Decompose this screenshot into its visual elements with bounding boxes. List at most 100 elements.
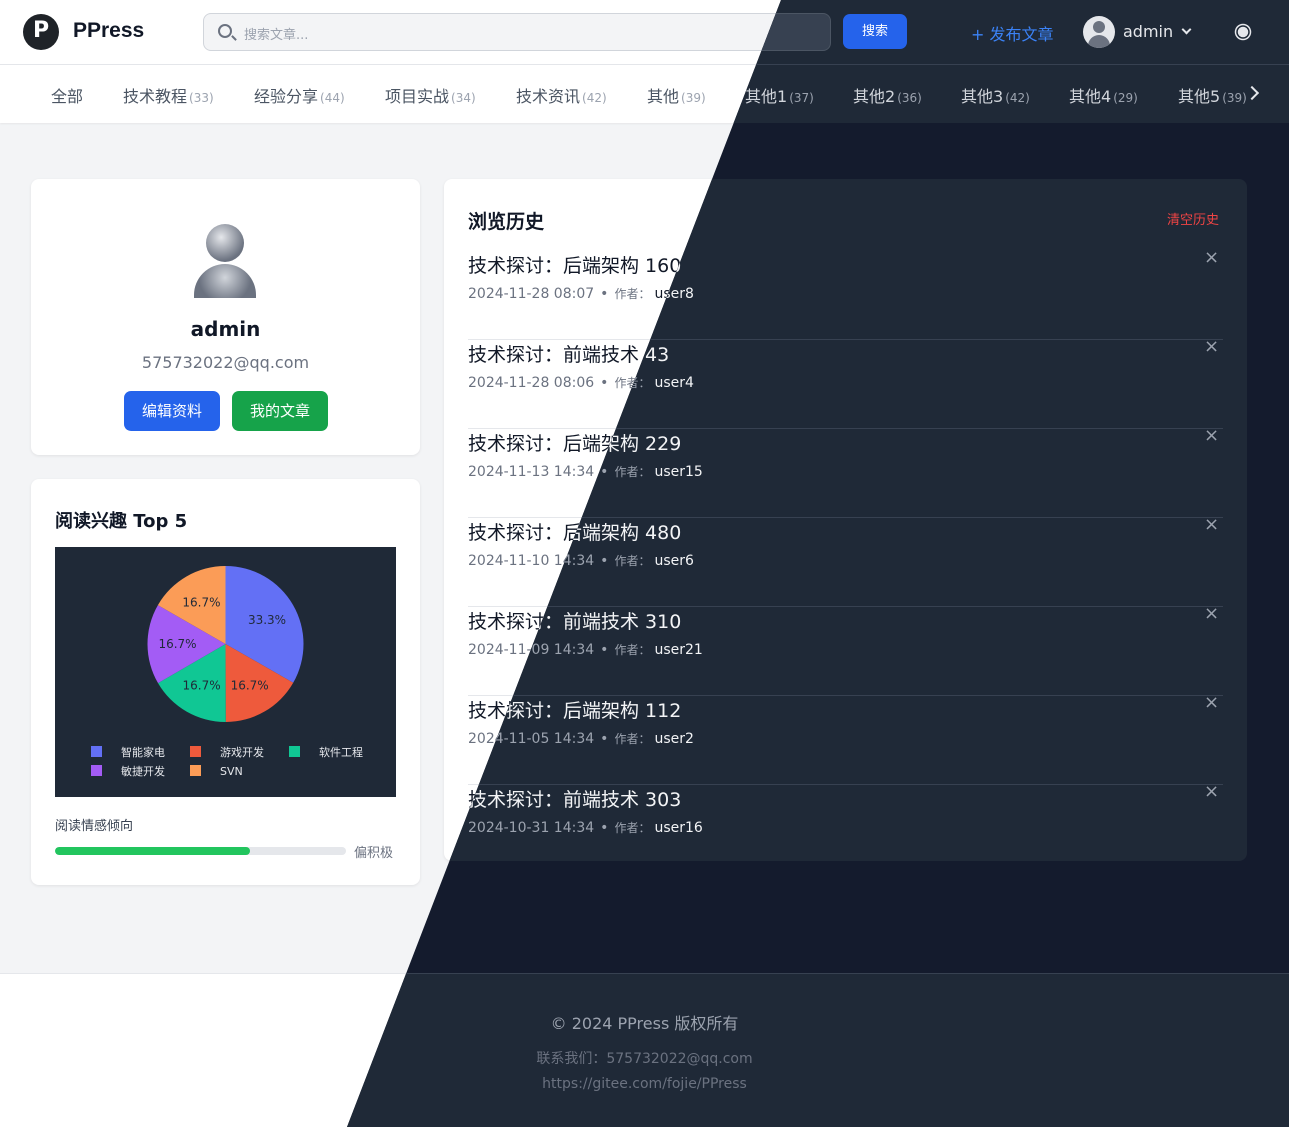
category-tab[interactable]: 经验分享(44) [254, 83, 345, 107]
author-label: 作者： [614, 732, 651, 746]
history-item-time: 2024-11-13 14:34 [468, 464, 595, 480]
history-item[interactable]: 技术探讨：前端技术 303 2024-10-31 14:34 • 作者：user16 × [468, 781, 1223, 874]
category-tab[interactable]: 其他3(42) [961, 83, 1030, 107]
history-item-author[interactable]: user15 [654, 464, 702, 480]
category-tab[interactable]: 全部 [51, 83, 85, 107]
history-title: 浏览历史 [468, 211, 545, 233]
author-label: 作者： [614, 287, 651, 301]
profile-name: admin [190, 317, 261, 341]
category-tab[interactable]: 其他5(39) [1178, 83, 1247, 107]
edit-profile-button[interactable]: 编辑资料 [124, 391, 220, 431]
history-item-title[interactable]: 技术探讨：前端技术 303 [468, 785, 681, 812]
search-input[interactable]: 搜索文章... [203, 13, 831, 51]
category-label: 其他5 [1178, 87, 1221, 106]
author-label: 作者： [614, 554, 651, 568]
legend-swatch[interactable] [91, 765, 102, 776]
category-tab[interactable]: 技术教程(33) [123, 83, 214, 107]
chevron-down-icon[interactable] [1181, 24, 1192, 35]
history-item-meta: 2024-11-05 14:34•作者：user2 [468, 730, 694, 747]
category-label: 其他3 [961, 87, 1004, 106]
pie-slice-label: 16.7% [231, 678, 269, 692]
history-item-author[interactable]: user21 [654, 642, 702, 658]
history-item-title[interactable]: 技术探讨：前端技术 43 [468, 340, 669, 367]
remove-history-icon[interactable]: × [1204, 247, 1219, 268]
category-label: 其他2 [853, 87, 896, 106]
author-label: 作者： [614, 465, 651, 479]
category-label: 项目实战 [385, 87, 450, 106]
separator-dot: • [600, 464, 609, 480]
category-label: 技术资讯 [516, 87, 581, 106]
category-tab[interactable]: 其他(39) [647, 83, 706, 107]
history-item[interactable]: 技术探讨：后端架构 4802024-11-10 14:34•作者：user6× [468, 514, 1223, 607]
legend-swatch[interactable] [91, 746, 102, 757]
category-count: (37) [789, 91, 814, 105]
legend-swatch[interactable] [289, 746, 300, 757]
remove-history-icon[interactable]: × [1204, 781, 1219, 802]
category-tab[interactable]: 技术资讯(42) [516, 83, 607, 107]
user-avatar[interactable] [1083, 16, 1115, 48]
history-item-title[interactable]: 技术探讨：后端架构 160 [468, 251, 681, 278]
legend-label[interactable]: 游戏开发 [220, 745, 264, 759]
history-item[interactable]: 技术探讨：后端架构 1122024-11-05 14:34•作者：user2× [468, 692, 1223, 785]
search-icon [218, 24, 232, 38]
legend-label[interactable]: 敏捷开发 [121, 764, 165, 778]
pie-slice-label: 16.7% [182, 595, 220, 609]
history-item-author[interactable]: user2 [654, 731, 693, 747]
interest-pie-chart: 33.3% 16.7% 16.7% 16.7% 16.7% 智能家电 游戏开发 软件工程敏捷开… [55, 547, 396, 797]
category-tab[interactable]: 其他2(36) [853, 83, 922, 107]
pie-slice-label: 16.7% [158, 637, 196, 651]
separator-dot: • [600, 286, 609, 302]
category-label: 技术教程 [123, 87, 188, 106]
search-button[interactable]: 搜索 [843, 14, 907, 49]
remove-history-icon[interactable]: × [1204, 336, 1219, 357]
history-item[interactable]: 技术探讨：前端技术 3102024-11-09 14:34•作者：user21× [468, 603, 1223, 696]
reading-interest-card: 阅读兴趣 Top 5 33.3% 16.7% 16.7% 16.7% 16.7% 智能家电… [31, 479, 420, 885]
clear-history-button[interactable]: 清空历史 [1167, 209, 1219, 228]
history-item-author[interactable]: user6 [654, 553, 693, 569]
author-label: 作者： [614, 643, 651, 657]
pie-slice-label: 16.7% [183, 679, 221, 693]
profile-avatar [191, 224, 261, 298]
interest-title: 阅读兴趣 Top 5 [55, 511, 188, 532]
logo-icon[interactable] [23, 14, 59, 50]
author-label: 作者： [614, 821, 651, 835]
chevron-right-icon[interactable] [1244, 85, 1260, 101]
category-tab[interactable]: 其他4(29) [1069, 83, 1138, 107]
category-count: (29) [1113, 91, 1138, 105]
theme-toggle-sun-icon[interactable] [1237, 26, 1249, 38]
history-item-meta: 2024-11-28 08:07•作者：user8 [468, 285, 694, 302]
category-label: 其他1 [745, 87, 788, 106]
separator-dot: • [600, 731, 609, 747]
publish-article-link[interactable]: + 发布文章 [971, 21, 1054, 45]
legend-swatch[interactable] [190, 765, 201, 776]
sentiment-label: 阅读情感倾向 [55, 819, 134, 834]
category-label: 其他 [647, 87, 680, 106]
pie-svg: 33.3% 16.7% 16.7% 16.7% 16.7% 智能家电 游戏开发 软件工程敏捷开… [91, 566, 363, 778]
category-count: (44) [320, 91, 345, 105]
sentiment-bar-fill [55, 847, 250, 855]
category-label: 其他4 [1069, 87, 1112, 106]
profile-card: admin 575732022@qq.com 编辑资料 我的文章 [31, 179, 420, 455]
legend-swatch[interactable] [190, 746, 201, 757]
category-tab[interactable]: 其他1(37) [745, 83, 814, 107]
profile-email: 575732022@qq.com [141, 353, 310, 372]
separator-dot: • [600, 642, 609, 658]
remove-history-icon[interactable]: × [1204, 425, 1219, 446]
logo-text[interactable]: PPress [73, 19, 144, 43]
category-count: (42) [582, 91, 607, 105]
separator-dot: • [600, 375, 609, 391]
legend-label[interactable]: 智能家电 [121, 745, 165, 759]
user-menu-name[interactable]: admin [1123, 22, 1173, 41]
legend-label[interactable]: 软件工程 [319, 745, 363, 759]
category-label: 经验分享 [254, 87, 319, 106]
remove-history-icon[interactable]: × [1204, 603, 1219, 624]
history-item-time: 2024-11-28 08:06 [468, 375, 595, 391]
category-count: (36) [897, 91, 922, 105]
my-articles-button[interactable]: 我的文章 [232, 391, 328, 431]
history-item-author[interactable]: user4 [654, 375, 693, 391]
legend-label[interactable]: SVN [220, 765, 243, 778]
remove-history-icon[interactable]: × [1204, 692, 1219, 713]
remove-history-icon[interactable]: × [1204, 514, 1219, 535]
history-item-author[interactable]: user16 [654, 820, 702, 836]
category-tab[interactable]: 项目实战(34) [385, 83, 476, 107]
